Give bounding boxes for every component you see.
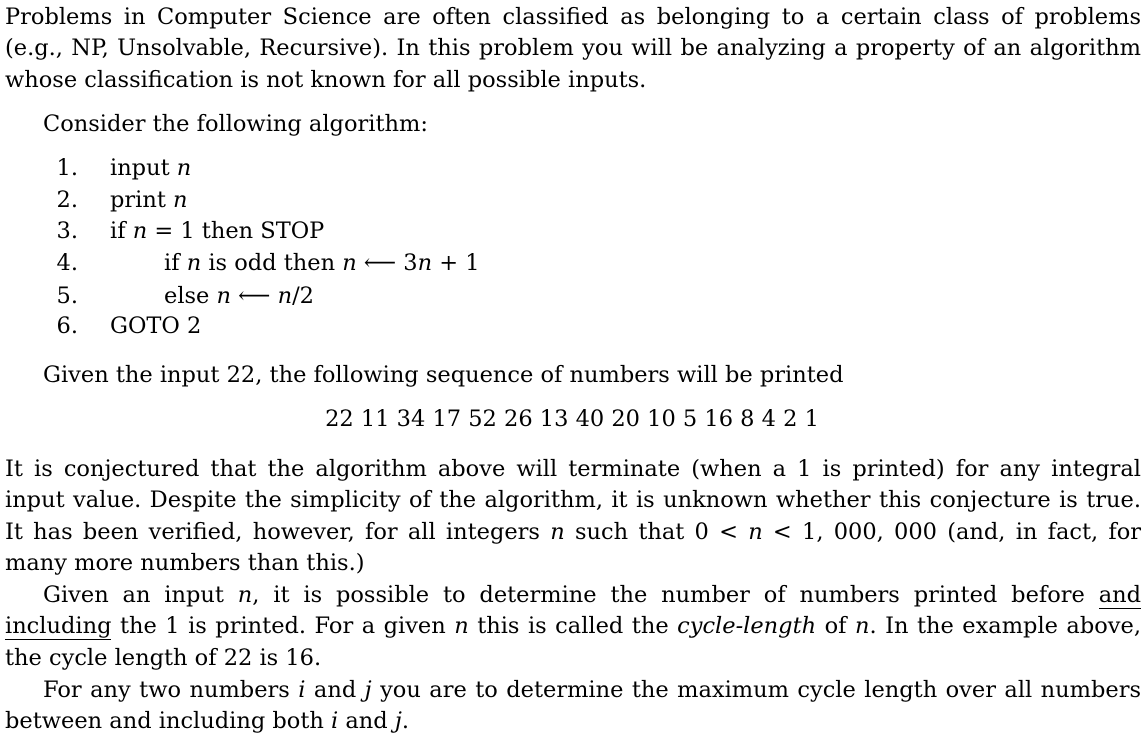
step-4: if n is odd then n ⟵ 3n + 1 [164, 250, 480, 276]
cycle-length-paragraph: Given an input n, it is possible to dete… [5, 582, 1141, 671]
conjecture-paragraph: It is conjectured that the algorithm abo… [5, 456, 1142, 576]
step-2: print n [110, 187, 188, 213]
intro-paragraph: Problems in Computer Science are often c… [5, 2, 1141, 96]
step-number: 2. [56, 187, 78, 213]
given-line: Given the input 22, the following sequen… [43, 362, 844, 388]
task-paragraph: For any two numbers i and j you are to d… [5, 677, 1141, 735]
sequence-text: 22 11 34 17 52 26 13 40 20 10 5 16 8 4 2… [325, 406, 819, 432]
step-number: 4. [56, 250, 78, 276]
consider-line: Consider the following algorithm: [43, 111, 428, 137]
cycle-length-term: cycle-length [677, 613, 817, 640]
step-5: else n ⟵ n/2 [164, 283, 314, 309]
step-6: GOTO 2 [110, 313, 202, 339]
step-number: 3. [56, 218, 78, 244]
intro-text: Problems in Computer Science are often c… [5, 4, 1141, 93]
step-number: 6. [56, 313, 78, 339]
sequence-line: 22 11 34 17 52 26 13 40 20 10 5 16 8 4 2… [0, 406, 1144, 432]
step-number: 1. [56, 155, 78, 181]
step-3: if n = 1 then STOP [110, 218, 325, 244]
step-number: 5. [56, 283, 78, 309]
step-1: input n [110, 155, 192, 181]
consider-text: Consider the following algorithm: [43, 111, 428, 137]
given-text: Given the input 22, the following sequen… [43, 362, 844, 388]
